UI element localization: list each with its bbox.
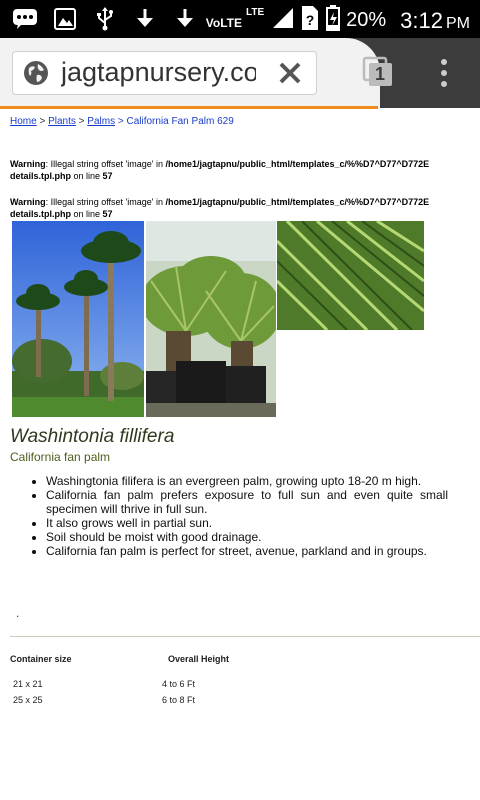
warning-label: Warning xyxy=(10,159,46,169)
warning-label: Warning xyxy=(10,197,46,207)
notification-icons xyxy=(12,7,198,31)
lte-label: LTE xyxy=(245,7,265,18)
list-item: It also grows well in partial sun. xyxy=(46,516,448,530)
breadcrumb: Home > Plants > Palms > California Fan P… xyxy=(10,116,234,127)
signal-icon xyxy=(272,6,294,35)
warning-line-text: on line xyxy=(71,209,103,219)
warning-message: : Illegal string offset 'image' in xyxy=(45,159,166,169)
breadcrumb-palms-link[interactable]: Palms xyxy=(87,116,115,127)
url-bar[interactable]: jagtapnursery.com xyxy=(12,51,317,95)
status-bar: VoLTE LTE ? 20% 3:12 PM xyxy=(0,0,480,38)
browser-toolbar: jagtapnursery.com 1 xyxy=(0,38,480,108)
warning-path: /home1/jagtapnu/public_html/templates_c/… xyxy=(165,159,430,169)
list-item: California fan palm is perfect for stree… xyxy=(46,544,448,558)
clock: 3:12 PM xyxy=(400,8,470,34)
breadcrumb-plants-link[interactable]: Plants xyxy=(48,116,76,127)
warning-file: details.tpl.php xyxy=(10,171,72,181)
warning-path: /home1/jagtapnu/public_html/templates_c/… xyxy=(165,197,430,207)
volte-label: VoLTE xyxy=(205,15,242,30)
product-photo-potted-palms[interactable] xyxy=(146,221,276,417)
product-features-list: Washingtonia filifera is an evergreen pa… xyxy=(26,474,448,558)
table-header-overall-height: Overall Height xyxy=(168,654,230,664)
tab-count: 1 xyxy=(375,64,386,84)
url-text[interactable]: jagtapnursery.com xyxy=(61,57,256,88)
list-item: California fan palm prefers exposure to … xyxy=(46,488,448,516)
overflow-menu-icon[interactable] xyxy=(434,58,454,88)
usb-icon xyxy=(92,7,118,31)
warning-message: : Illegal string offset 'image' in xyxy=(45,197,166,207)
warning-line: 57 xyxy=(102,171,113,181)
table-header-container-size: Container size xyxy=(10,654,72,664)
download-icon xyxy=(132,7,158,31)
image-icon xyxy=(52,7,78,31)
table-cell: 25 x 25 xyxy=(13,695,43,705)
globe-icon[interactable] xyxy=(23,60,49,86)
breadcrumb-separator: > xyxy=(36,116,49,127)
product-subtitle: California fan palm xyxy=(10,450,111,464)
warning-line: 57 xyxy=(102,209,113,219)
close-icon[interactable] xyxy=(275,58,305,88)
message-icon xyxy=(12,7,38,31)
table-cell: 21 x 21 xyxy=(13,679,43,689)
breadcrumb-separator: > xyxy=(75,116,88,127)
warning-line-text: on line xyxy=(71,171,103,181)
svg-text:?: ? xyxy=(306,12,315,28)
clock-ampm: PM xyxy=(446,14,470,32)
battery-icon xyxy=(326,5,341,36)
table-cell: 4 to 6 Ft xyxy=(162,679,196,689)
product-title: Washintonia fillifera xyxy=(10,426,175,447)
divider xyxy=(10,636,480,637)
page-load-progress xyxy=(0,106,378,109)
download-icon xyxy=(172,7,198,31)
system-status: VoLTE LTE ? 20% 3:12 PM xyxy=(206,5,470,36)
php-warning: Warning: Illegal string offset 'image' i… xyxy=(10,158,480,182)
battery-percent: 20% xyxy=(346,9,387,31)
list-item: Washingtonia filifera is an evergreen pa… xyxy=(46,474,448,488)
product-photo-palm-trees[interactable] xyxy=(12,221,144,417)
list-item: Soil should be moist with good drainage. xyxy=(46,530,448,544)
table-cell: 6 to 8 Ft xyxy=(162,695,196,705)
no-sim-icon: ? xyxy=(300,5,320,36)
product-photo-palm-fronds[interactable] xyxy=(277,221,424,330)
php-warning: Warning: Illegal string offset 'image' i… xyxy=(10,196,480,220)
breadcrumb-current: > California Fan Palm 629 xyxy=(115,116,234,127)
warning-file: details.tpl.php xyxy=(10,209,72,219)
clock-time: 3:12 xyxy=(400,7,443,33)
breadcrumb-home-link[interactable]: Home xyxy=(10,116,37,127)
stray-dot: . xyxy=(16,606,20,620)
tab-switcher-button[interactable]: 1 xyxy=(362,56,394,88)
